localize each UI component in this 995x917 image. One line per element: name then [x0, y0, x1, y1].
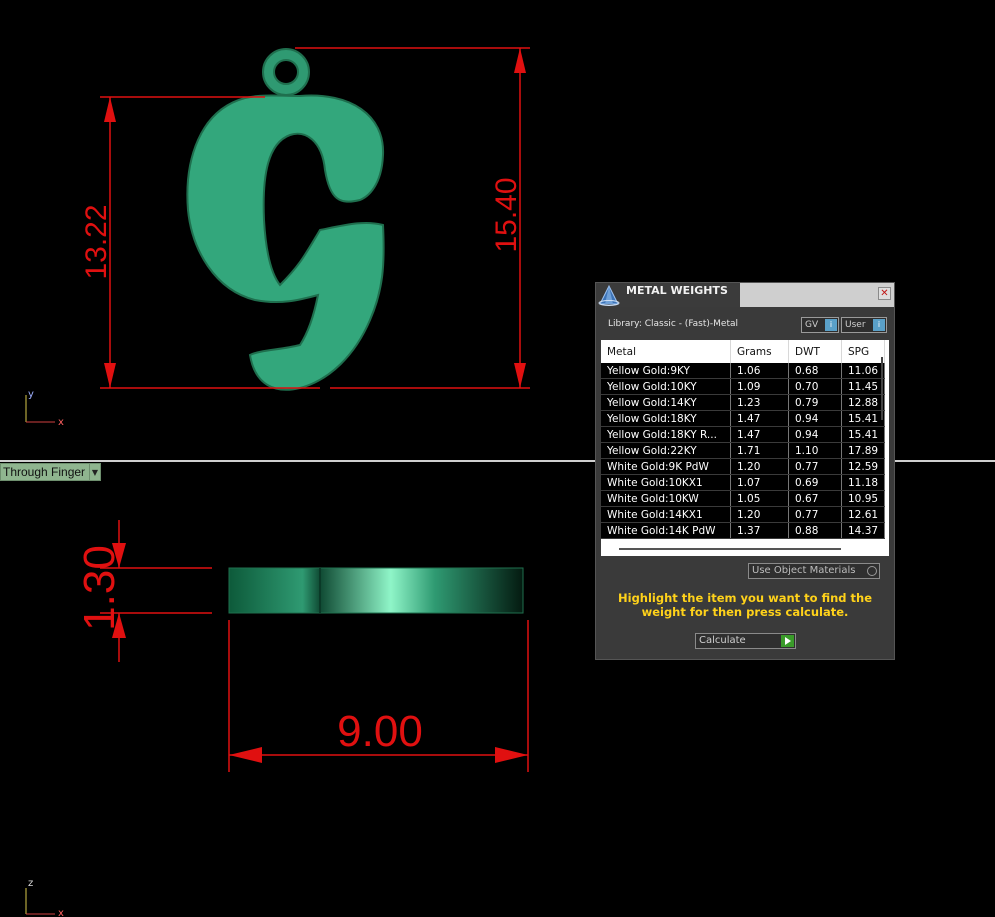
table-row[interactable]: Yellow Gold:18KY 1.47 0.94 15.41	[601, 410, 885, 427]
panel-titlebar[interactable]: METAL WEIGHTS ✕	[596, 283, 894, 307]
cell-metal: Yellow Gold:14KY	[601, 394, 731, 411]
column-header-spg[interactable]: SPG	[841, 340, 885, 363]
cell-grams: 1.47	[730, 426, 789, 443]
cell-dwt: 0.67	[788, 490, 842, 507]
cell-spg: 11.45	[841, 378, 885, 395]
library-select[interactable]: User i	[841, 317, 887, 333]
app-logo-icon	[596, 283, 622, 307]
view-mode-label: Through Finger	[3, 465, 86, 479]
cell-dwt: 0.94	[788, 426, 842, 443]
cell-spg: 15.41	[841, 426, 885, 443]
use-object-materials-label: Use Object Materials	[752, 565, 856, 576]
table-row[interactable]: Yellow Gold:9KY 1.06 0.68 11.06	[601, 363, 885, 379]
table-row[interactable]: Yellow Gold:18KY R... 1.47 0.94 15.41	[601, 426, 885, 443]
table-row[interactable]: White Gold:9K PdW 1.20 0.77 12.59	[601, 458, 885, 475]
axis-label-y: y	[28, 389, 34, 400]
cell-dwt: 1.10	[788, 442, 842, 459]
cell-spg: 12.59	[841, 458, 885, 475]
axis-gizmo-top: y x	[25, 389, 64, 428]
cell-grams: 1.47	[730, 410, 789, 427]
dimension-label-15-40: 15.40	[490, 177, 523, 252]
close-icon[interactable]: ✕	[878, 287, 891, 300]
cell-metal: Yellow Gold:18KY R...	[601, 426, 731, 443]
calculate-label: Calculate	[699, 635, 746, 646]
cell-spg: 12.88	[841, 394, 885, 411]
axis-label-x-bottom: x	[58, 908, 64, 917]
table-row[interactable]: Yellow Gold:10KY 1.09 0.70 11.45	[601, 378, 885, 395]
cell-metal: White Gold:14K PdW	[601, 522, 731, 539]
dimension-label-13-22: 13.22	[80, 204, 113, 279]
column-header-grams[interactable]: Grams	[730, 340, 789, 363]
cell-metal: Yellow Gold:9KY	[601, 363, 731, 379]
library-label: Library: Classic - (Fast)-Metal	[608, 319, 739, 329]
use-object-materials-toggle[interactable]: Use Object Materials	[748, 563, 880, 579]
horizontal-scrollbar[interactable]	[619, 548, 841, 550]
cell-spg: 11.18	[841, 474, 885, 491]
table-row[interactable]: White Gold:14KX1 1.20 0.77 12.61	[601, 506, 885, 523]
cell-metal: White Gold:14KX1	[601, 506, 731, 523]
pendant-side-profile	[228, 567, 524, 614]
toggle-knob-icon	[867, 566, 877, 576]
panel-title: METAL WEIGHTS	[622, 283, 740, 307]
cell-dwt: 0.77	[788, 506, 842, 523]
cell-metal: White Gold:10KX1	[601, 474, 731, 491]
units-select-value: GV	[805, 320, 819, 330]
vertical-scrollbar[interactable]	[881, 357, 883, 420]
instruction-text: Highlight the item you want to find the …	[618, 591, 872, 619]
cell-dwt: 0.69	[788, 474, 842, 491]
axis-label-z: z	[28, 878, 33, 889]
cell-spg: 12.61	[841, 506, 885, 523]
cell-metal: Yellow Gold:18KY	[601, 410, 731, 427]
axis-gizmo-bottom: z x	[25, 878, 64, 917]
table-row[interactable]: White Gold:14K PdW 1.37 0.88 14.37	[601, 522, 885, 539]
metal-weights-panel: METAL WEIGHTS ✕ Library: Classic - (Fast…	[595, 282, 895, 660]
dimension-label-1-30: 1.30	[75, 545, 124, 631]
chevron-down-icon[interactable]: ▼	[89, 464, 100, 480]
cell-grams: 1.20	[730, 506, 789, 523]
cell-dwt: 0.68	[788, 363, 842, 379]
view-mode-dropdown[interactable]: Through Finger ▼	[0, 463, 101, 481]
cell-metal: White Gold:10KW	[601, 490, 731, 507]
units-select[interactable]: GV i	[801, 317, 839, 333]
cell-grams: 1.05	[730, 490, 789, 507]
cell-spg: 10.95	[841, 490, 885, 507]
axis-label-x: x	[58, 417, 64, 428]
table-row[interactable]: White Gold:10KX1 1.07 0.69 11.18	[601, 474, 885, 491]
library-select-value: User	[845, 320, 866, 330]
cell-spg: 11.06	[841, 363, 885, 379]
table-row[interactable]: White Gold:10KW 1.05 0.67 10.95	[601, 490, 885, 507]
cell-spg: 14.37	[841, 522, 885, 539]
metal-table[interactable]: Metal Grams DWT SPG Yellow Gold:9KY 1.06 0…	[601, 340, 889, 556]
play-icon	[781, 635, 794, 647]
cell-grams: 1.09	[730, 378, 789, 395]
cell-grams: 1.37	[730, 522, 789, 539]
pendant-letter-g	[186, 48, 385, 391]
cell-grams: 1.23	[730, 394, 789, 411]
info-icon: i	[873, 319, 885, 331]
cell-grams: 1.20	[730, 458, 789, 475]
cell-grams: 1.06	[730, 363, 789, 379]
table-row[interactable]: Yellow Gold:22KY 1.71 1.10 17.89	[601, 442, 885, 459]
cell-dwt: 0.88	[788, 522, 842, 539]
cell-grams: 1.07	[730, 474, 789, 491]
cell-metal: White Gold:9K PdW	[601, 458, 731, 475]
cell-metal: Yellow Gold:10KY	[601, 378, 731, 395]
table-row[interactable]: Yellow Gold:14KY 1.23 0.79 12.88	[601, 394, 885, 411]
cell-metal: Yellow Gold:22KY	[601, 442, 731, 459]
cell-spg: 15.41	[841, 410, 885, 427]
dimension-label-9-00: 9.00	[337, 707, 423, 756]
table-header-row: Metal Grams DWT SPG	[601, 340, 885, 363]
cell-dwt: 0.79	[788, 394, 842, 411]
cell-grams: 1.71	[730, 442, 789, 459]
cell-dwt: 0.94	[788, 410, 842, 427]
column-header-dwt[interactable]: DWT	[788, 340, 842, 363]
cell-dwt: 0.70	[788, 378, 842, 395]
cell-dwt: 0.77	[788, 458, 842, 475]
column-header-metal[interactable]: Metal	[601, 340, 731, 363]
cell-spg: 17.89	[841, 442, 885, 459]
calculate-button[interactable]: Calculate	[695, 633, 796, 649]
info-icon: i	[825, 319, 837, 331]
